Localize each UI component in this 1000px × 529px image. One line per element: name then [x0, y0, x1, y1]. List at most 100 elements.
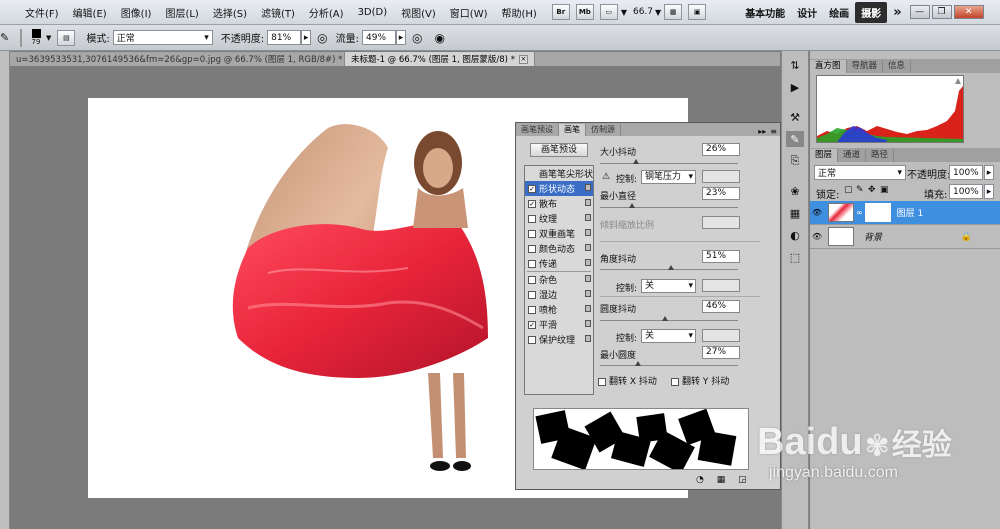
actions-icon[interactable]: ▶ — [786, 79, 804, 95]
airbrush-icon[interactable]: ◎ — [412, 31, 422, 45]
noise-item[interactable]: 杂色 — [525, 272, 593, 287]
lock-icon[interactable] — [585, 335, 591, 342]
control-select-1[interactable]: 钢笔压力 ▾ — [641, 170, 696, 184]
tab-info[interactable]: 信息 — [883, 60, 912, 73]
menu-image[interactable]: 图像(I) — [114, 5, 159, 20]
lock-icon[interactable] — [585, 259, 591, 266]
brush-picker[interactable]: 79 — [28, 29, 44, 46]
checkbox[interactable] — [528, 229, 536, 238]
layer-name[interactable]: 背景 — [864, 230, 882, 243]
layer-opacity-input[interactable]: 100% — [949, 165, 983, 180]
lock-icon[interactable] — [585, 305, 591, 312]
min-diameter-slider[interactable] — [600, 207, 738, 208]
screen-mode-icon[interactable]: ▭ — [599, 4, 618, 20]
lock-icon[interactable] — [585, 214, 591, 221]
bridge-button[interactable]: Br — [551, 4, 570, 20]
checkbox[interactable] — [671, 377, 679, 386]
minibridge-button[interactable]: Mb — [575, 4, 594, 20]
transfer-item[interactable]: 传递 — [525, 256, 593, 271]
layer-row-layer1[interactable]: 👁 ∞ 图层 1 — [810, 201, 1000, 225]
menu-edit[interactable]: 编辑(E) — [66, 5, 114, 20]
control-select-2[interactable]: 关 ▾ — [641, 279, 696, 293]
angle-jitter-input[interactable]: 51% — [702, 250, 740, 263]
protect-texture-item[interactable]: 保护纹理 — [525, 332, 593, 347]
menu-select[interactable]: 选择(S) — [206, 5, 254, 20]
minimize-icon[interactable]: — — [909, 5, 930, 19]
masks-icon[interactable]: ◐ — [786, 227, 804, 243]
tab-clone-source[interactable]: 仿制源 — [586, 124, 621, 136]
lock-icon[interactable] — [585, 244, 591, 251]
workspace-painting[interactable]: 绘画 — [823, 5, 855, 20]
checkbox[interactable] — [528, 275, 536, 284]
adjustments-icon[interactable]: ⬚ — [786, 249, 804, 265]
styles-icon[interactable]: ❀ — [786, 183, 804, 199]
chevron-down-icon[interactable]: ▼ — [655, 8, 661, 17]
menu-layer[interactable]: 图层(L) — [158, 5, 205, 20]
layer-mask-thumbnail[interactable] — [864, 203, 891, 222]
lock-icon[interactable] — [585, 290, 591, 297]
more-workspaces-button[interactable]: » — [887, 5, 907, 20]
tab-channels[interactable]: 通道 — [838, 149, 867, 162]
airbrush-item[interactable]: 喷枪 — [525, 302, 593, 317]
min-roundness-input[interactable]: 27% — [702, 346, 740, 359]
menu-filter[interactable]: 滤镜(T) — [254, 5, 302, 20]
grid-icon[interactable]: ▦ — [717, 475, 726, 485]
scattering-item[interactable]: ✓ 散布 — [525, 196, 593, 211]
slider-knob[interactable] — [629, 203, 635, 208]
checkbox[interactable] — [528, 244, 536, 253]
color-dynamics-item[interactable]: 颜色动态 — [525, 241, 593, 256]
layer-row-background[interactable]: 👁 背景 🔒 — [810, 225, 1000, 249]
arrange-icon[interactable]: ▦ — [664, 4, 683, 20]
clone-source-icon[interactable]: ⎘ — [786, 153, 804, 169]
tools-panel-edge[interactable] — [0, 51, 10, 529]
menu-help[interactable]: 帮助(H) — [495, 5, 544, 20]
menu-view[interactable]: 视图(V) — [394, 5, 443, 20]
lock-icon[interactable]: 🔒 — [961, 232, 972, 242]
tab-document-1[interactable]: u=3639533531,3076149536&fm=26&gp=0.jpg @… — [10, 52, 345, 66]
close-icon[interactable]: × — [518, 54, 528, 64]
frame-icon[interactable]: ▣ — [688, 4, 707, 20]
tool-presets-icon[interactable]: ⚒ — [786, 109, 804, 125]
panel-menu-icon[interactable]: ≡ — [770, 127, 780, 136]
brush-presets-button[interactable]: 画笔预设 — [530, 143, 588, 157]
layer-name[interactable]: 图层 1 — [897, 206, 924, 219]
brush-panel-icon[interactable]: ✎ — [786, 131, 804, 147]
lock-image-icon[interactable]: ✎ — [856, 185, 864, 195]
menu-file[interactable]: 文件(F) — [18, 5, 66, 20]
roundness-jitter-input[interactable]: 46% — [702, 300, 740, 313]
tablet-size-icon[interactable]: ◉ — [434, 31, 444, 45]
smoothing-item[interactable]: ✓ 平滑 — [525, 317, 593, 332]
opacity-input[interactable]: 81% — [267, 30, 302, 45]
checkbox[interactable] — [598, 377, 606, 386]
eye-icon[interactable]: 👁 — [810, 232, 824, 241]
brush-tool-icon[interactable]: ✎ — [0, 31, 14, 44]
chain-link-icon[interactable]: ∞ — [856, 208, 863, 217]
tab-brush-presets[interactable]: 画笔预设 — [516, 124, 559, 136]
menu-3d[interactable]: 3D(D) — [351, 7, 395, 18]
checkbox[interactable] — [528, 305, 536, 314]
lock-icon[interactable] — [585, 275, 591, 282]
checkbox[interactable]: ✓ — [528, 199, 536, 208]
brush-tip-shape-item[interactable]: 画笔笔尖形状 — [525, 166, 593, 181]
lock-icon[interactable] — [585, 320, 591, 327]
tab-brush[interactable]: 画笔 — [559, 124, 586, 136]
lock-icon[interactable] — [585, 229, 591, 236]
flip-x-checkbox[interactable]: 翻转 X 抖动 — [598, 374, 657, 387]
checkbox[interactable] — [528, 259, 536, 268]
slider-knob[interactable] — [635, 361, 641, 366]
tab-navigator[interactable]: 导航器 — [847, 60, 884, 73]
chevron-down-icon[interactable]: ▼ — [621, 8, 627, 17]
slider-knob[interactable] — [662, 316, 668, 321]
history-icon[interactable]: ⇅ — [786, 57, 804, 73]
checkbox[interactable] — [528, 214, 536, 223]
tablet-opacity-icon[interactable]: ◎ — [317, 31, 327, 45]
tab-paths[interactable]: 路径 — [866, 149, 895, 162]
flip-y-checkbox[interactable]: 翻转 Y 抖动 — [671, 374, 729, 387]
workspace-design[interactable]: 设计 — [791, 5, 823, 20]
blend-mode-select[interactable]: 正常 ▾ — [814, 165, 906, 180]
lock-icon[interactable] — [585, 199, 591, 206]
texture-item[interactable]: 纹理 — [525, 211, 593, 226]
mode-select[interactable]: 正常 ▾ — [112, 30, 213, 45]
checkbox[interactable]: ✓ — [528, 184, 536, 193]
shape-dynamics-item[interactable]: ✓ 形状动态 — [525, 181, 593, 196]
